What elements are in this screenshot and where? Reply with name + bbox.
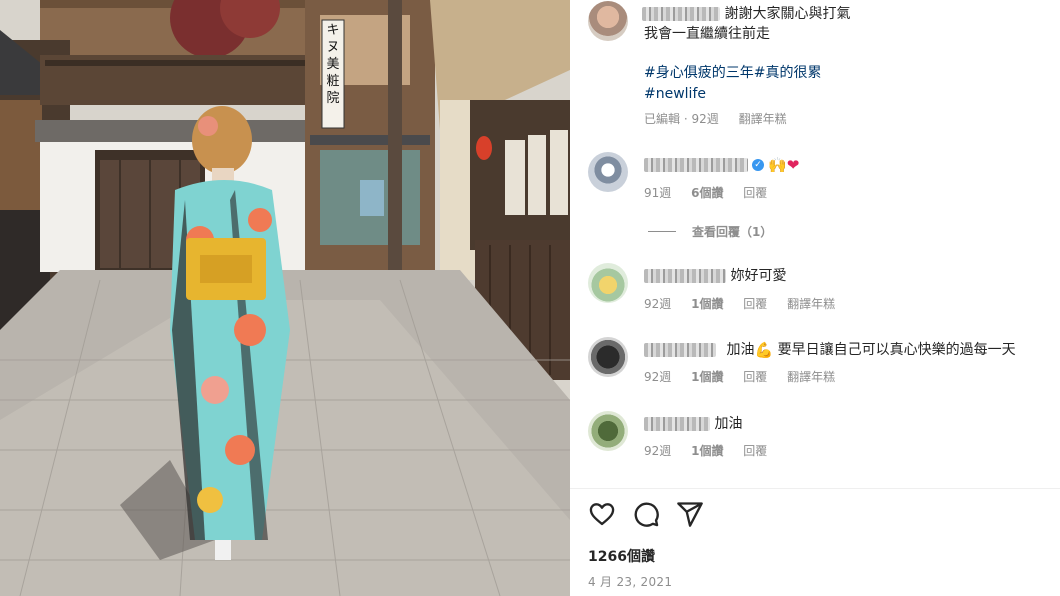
comment-1-age: 91週 [644,186,672,200]
comment-1-meta: 91週 6個讚 回覆 [644,185,783,201]
photo-scene [0,0,570,596]
comment-3-line: 加油💪 要早日讓自己可以真心快樂的過每一天 [644,340,1016,360]
shop-sign-text: キヌ美粧院 [326,23,340,106]
comment-3-reply[interactable]: 回覆 [743,370,767,384]
comment-3-avatar[interactable] [588,337,628,377]
comment-icon[interactable] [632,500,660,528]
caption-translate-link[interactable]: 翻譯年糕 [739,112,787,126]
comment-2-reply[interactable]: 回覆 [743,297,767,311]
author-avatar[interactable] [588,1,628,41]
caption-age: 92週 [691,112,719,126]
comment-1-line: ✓ 🙌❤ [644,155,799,175]
flexed-biceps-emoji: 💪 [754,341,774,359]
view-replies-button[interactable]: 查看回覆（1） [692,224,772,240]
caption-text-1: 謝謝大家關心與打氣 [724,6,851,22]
heart-icon[interactable] [588,500,616,528]
comment-2-username-blurred[interactable] [644,269,726,283]
comment-4-line: 加油 [644,414,742,434]
comment-2-meta: 92週 1個讚 回覆 翻譯年糕 [644,296,851,312]
comment-1-likes[interactable]: 6個讚 [691,186,723,200]
verified-icon: ✓ [752,159,764,171]
comment-4-reply[interactable]: 回覆 [743,444,767,458]
author-username-blurred[interactable] [642,7,720,21]
praise-hands-emoji: 🙌 [768,156,787,174]
comment-2-text: 妳好可愛 [730,268,787,284]
comments-panel: 謝謝大家關心與打氣 我會一直繼續往前走 #身心俱疲的三年#真的很累 #newli… [570,0,1060,596]
comment-1-username-blurred[interactable] [644,158,748,172]
comment-4-text: 加油 [714,416,743,432]
caption-line-2: 我會一直繼續往前走 [644,26,770,42]
comment-1-avatar[interactable] [588,152,628,192]
hashtag-line-1[interactable]: #身心俱疲的三年#真的很累 [644,63,821,83]
likes-count[interactable]: 1266個讚 [588,546,655,566]
comment-4-age: 92週 [644,444,672,458]
comment-2-likes[interactable]: 1個讚 [691,297,723,311]
hashtag-line-2[interactable]: #newlife [644,84,706,104]
view-replies-line [648,231,676,232]
comment-4-username-blurred[interactable] [644,417,710,431]
comment-2-translate[interactable]: 翻譯年糕 [787,297,835,311]
caption-line-1: 謝謝大家關心與打氣 [642,4,850,24]
comment-4-meta: 92週 1個讚 回覆 [644,443,783,459]
red-heart-emoji: ❤ [786,156,800,174]
comment-3-text-a: 加油 [726,342,755,358]
comment-3-likes[interactable]: 1個讚 [691,370,723,384]
comment-4-likes[interactable]: 1個讚 [691,444,723,458]
comment-3-age: 92週 [644,370,672,384]
share-icon[interactable] [676,500,704,528]
comment-1-reply[interactable]: 回覆 [743,186,767,200]
comment-2-avatar[interactable] [588,263,628,303]
post-photo[interactable]: キヌ美粧院 [0,0,570,596]
actions-divider [570,488,1060,489]
comment-3-meta: 92週 1個讚 回覆 翻譯年糕 [644,369,851,385]
comment-4-avatar[interactable] [588,411,628,451]
comment-2-line: 妳好可愛 [644,266,786,286]
post-date[interactable]: 4 月 23, 2021 [588,573,672,590]
comment-3-text-b: 要早日讓自己可以真心快樂的過每一天 [777,342,1016,358]
edited-label: 已編輯 [644,112,681,126]
comment-3-translate[interactable]: 翻譯年糕 [787,370,835,384]
caption-meta: 已編輯 · 92週 翻譯年糕 [644,112,787,126]
comment-2-age: 92週 [644,297,672,311]
comment-3-username-blurred[interactable] [644,343,716,357]
